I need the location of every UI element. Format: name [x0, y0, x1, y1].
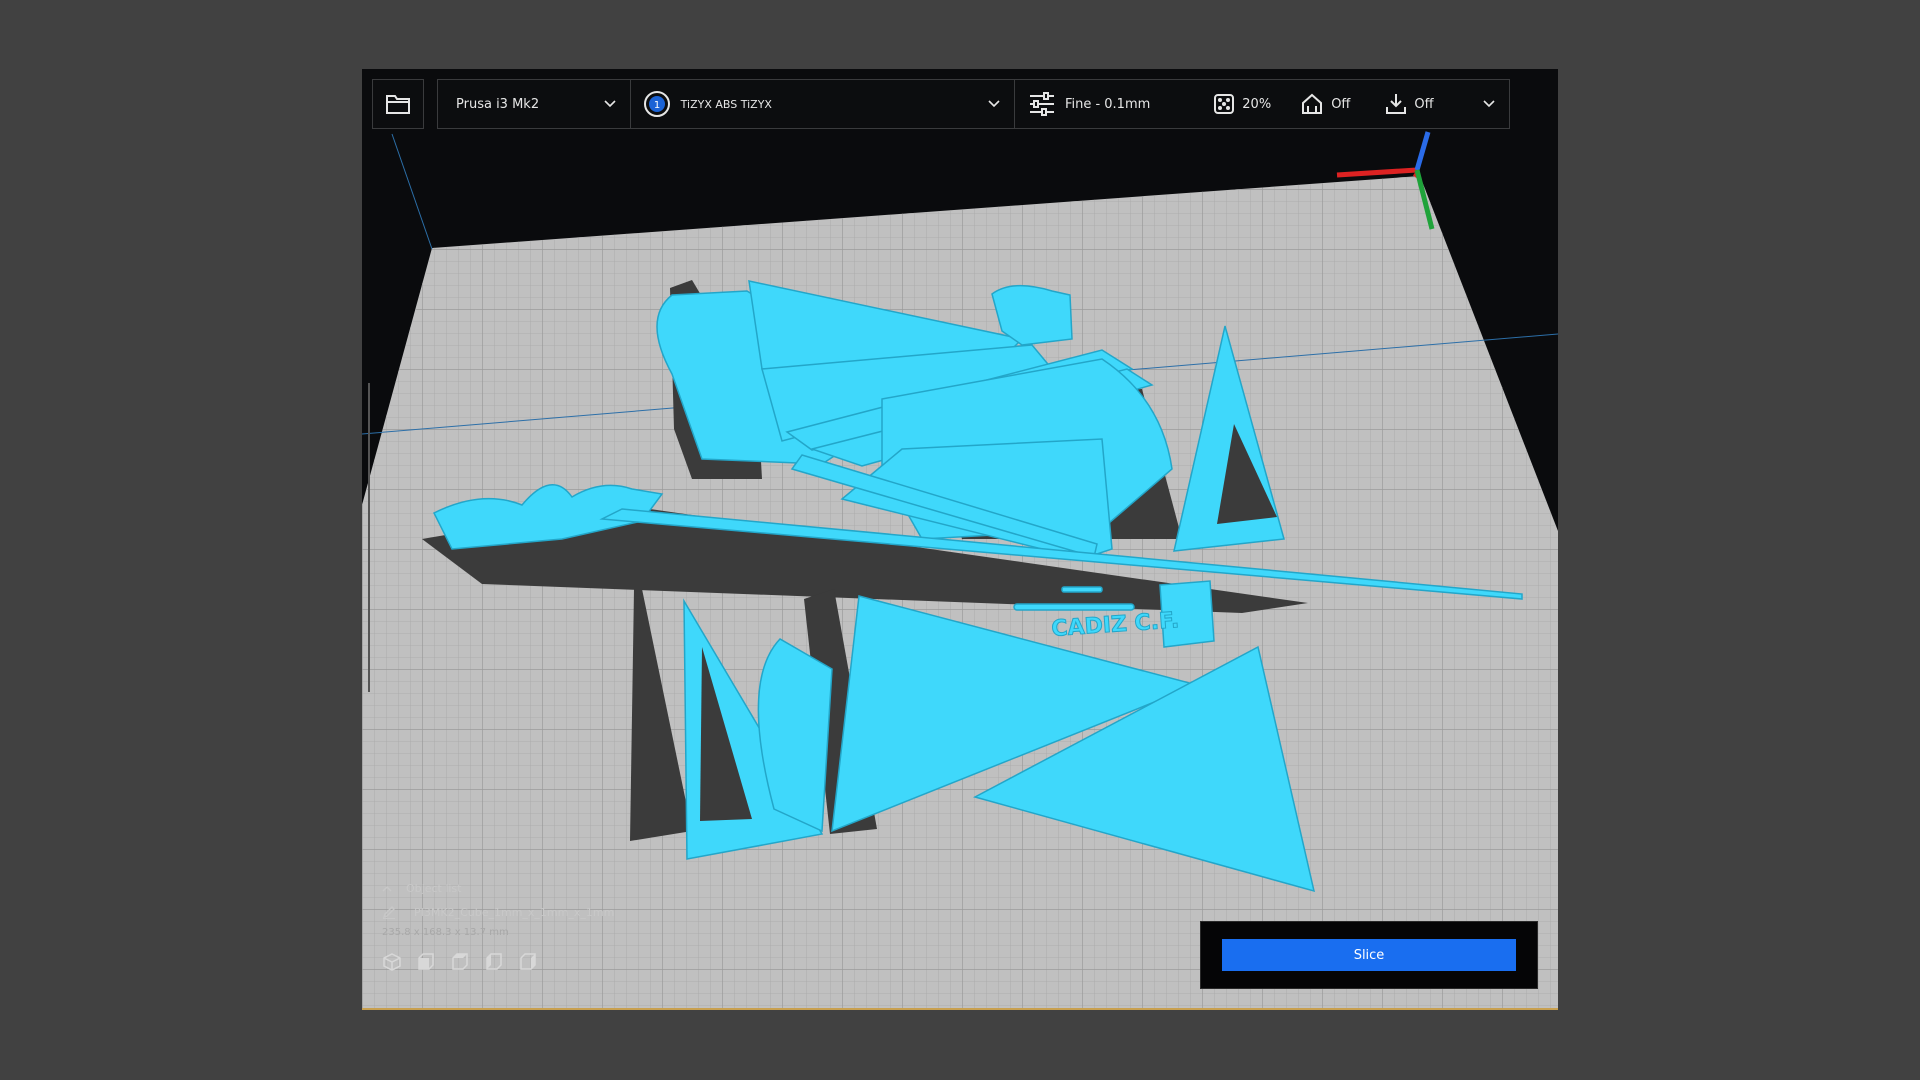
extruder-number: 1 — [653, 100, 659, 111]
support-icon — [1302, 93, 1323, 114]
view-left-icon[interactable] — [484, 952, 504, 972]
support-value: Off — [1331, 96, 1351, 112]
infill-icon — [1214, 94, 1235, 114]
open-file-button[interactable] — [372, 79, 424, 129]
printer-selector[interactable]: Prusa i3 Mk2 — [438, 80, 631, 128]
material-name: TiZYX ABS TiZYX — [680, 97, 772, 111]
extruder-icon: 1 — [643, 91, 670, 117]
object-list-toggle[interactable]: Object list — [382, 882, 614, 895]
quality-label: Fine - 0.1mm — [1064, 96, 1151, 112]
main-toolbar: Prusa i3 Mk2 1 TiZYX ABS TiZYX Fine - 0.… — [437, 79, 1510, 129]
window-bottom-edge — [362, 1008, 1558, 1010]
chevron-down-icon — [1483, 100, 1495, 108]
object-dimensions: 235.8 x 168.3 x 13.7 mm — [382, 927, 509, 938]
view-front-icon[interactable] — [416, 952, 436, 972]
view-orientation-buttons — [382, 952, 614, 972]
sliders-icon — [1029, 92, 1054, 116]
adhesion-icon — [1386, 94, 1407, 114]
printer-name: Prusa i3 Mk2 — [456, 96, 540, 112]
view-top-icon[interactable] — [450, 952, 470, 972]
slice-panel: Slice — [1200, 921, 1538, 989]
object-panel: Object list PI3MK2_Cube_1mm_x_1mm_x_1mm … — [382, 882, 614, 972]
object-list-header: Object list — [406, 882, 462, 895]
3d-viewport[interactable]: CADIZ C.F. — [362, 69, 1558, 1010]
view-right-icon[interactable] — [518, 952, 538, 972]
adhesion-value: Off — [1414, 96, 1434, 112]
material-selector[interactable]: 1 TiZYX ABS TiZYX — [631, 80, 1015, 128]
print-settings-selector[interactable]: Fine - 0.1mm 20% Off Off — [1015, 80, 1509, 128]
object-name: PI3MK2_Cube_1mm_x_1mm_x_1mm — [414, 905, 615, 919]
object-name-row[interactable]: PI3MK2_Cube_1mm_x_1mm_x_1mm — [382, 905, 614, 919]
pencil-icon — [382, 906, 395, 919]
infill-value: 20% — [1242, 96, 1272, 112]
cura-window: CADIZ C.F. Prusa i3 Mk2 1 TiZYX ABS TiZY… — [362, 69, 1558, 1010]
chevron-down-icon — [988, 100, 1000, 108]
chevron-down-icon — [604, 100, 616, 108]
folder-icon — [386, 95, 410, 114]
view-3d-icon[interactable] — [382, 952, 402, 972]
slice-button[interactable]: Slice — [1222, 939, 1516, 971]
chevron-up-icon — [382, 885, 392, 891]
volume-edge — [391, 133, 433, 250]
